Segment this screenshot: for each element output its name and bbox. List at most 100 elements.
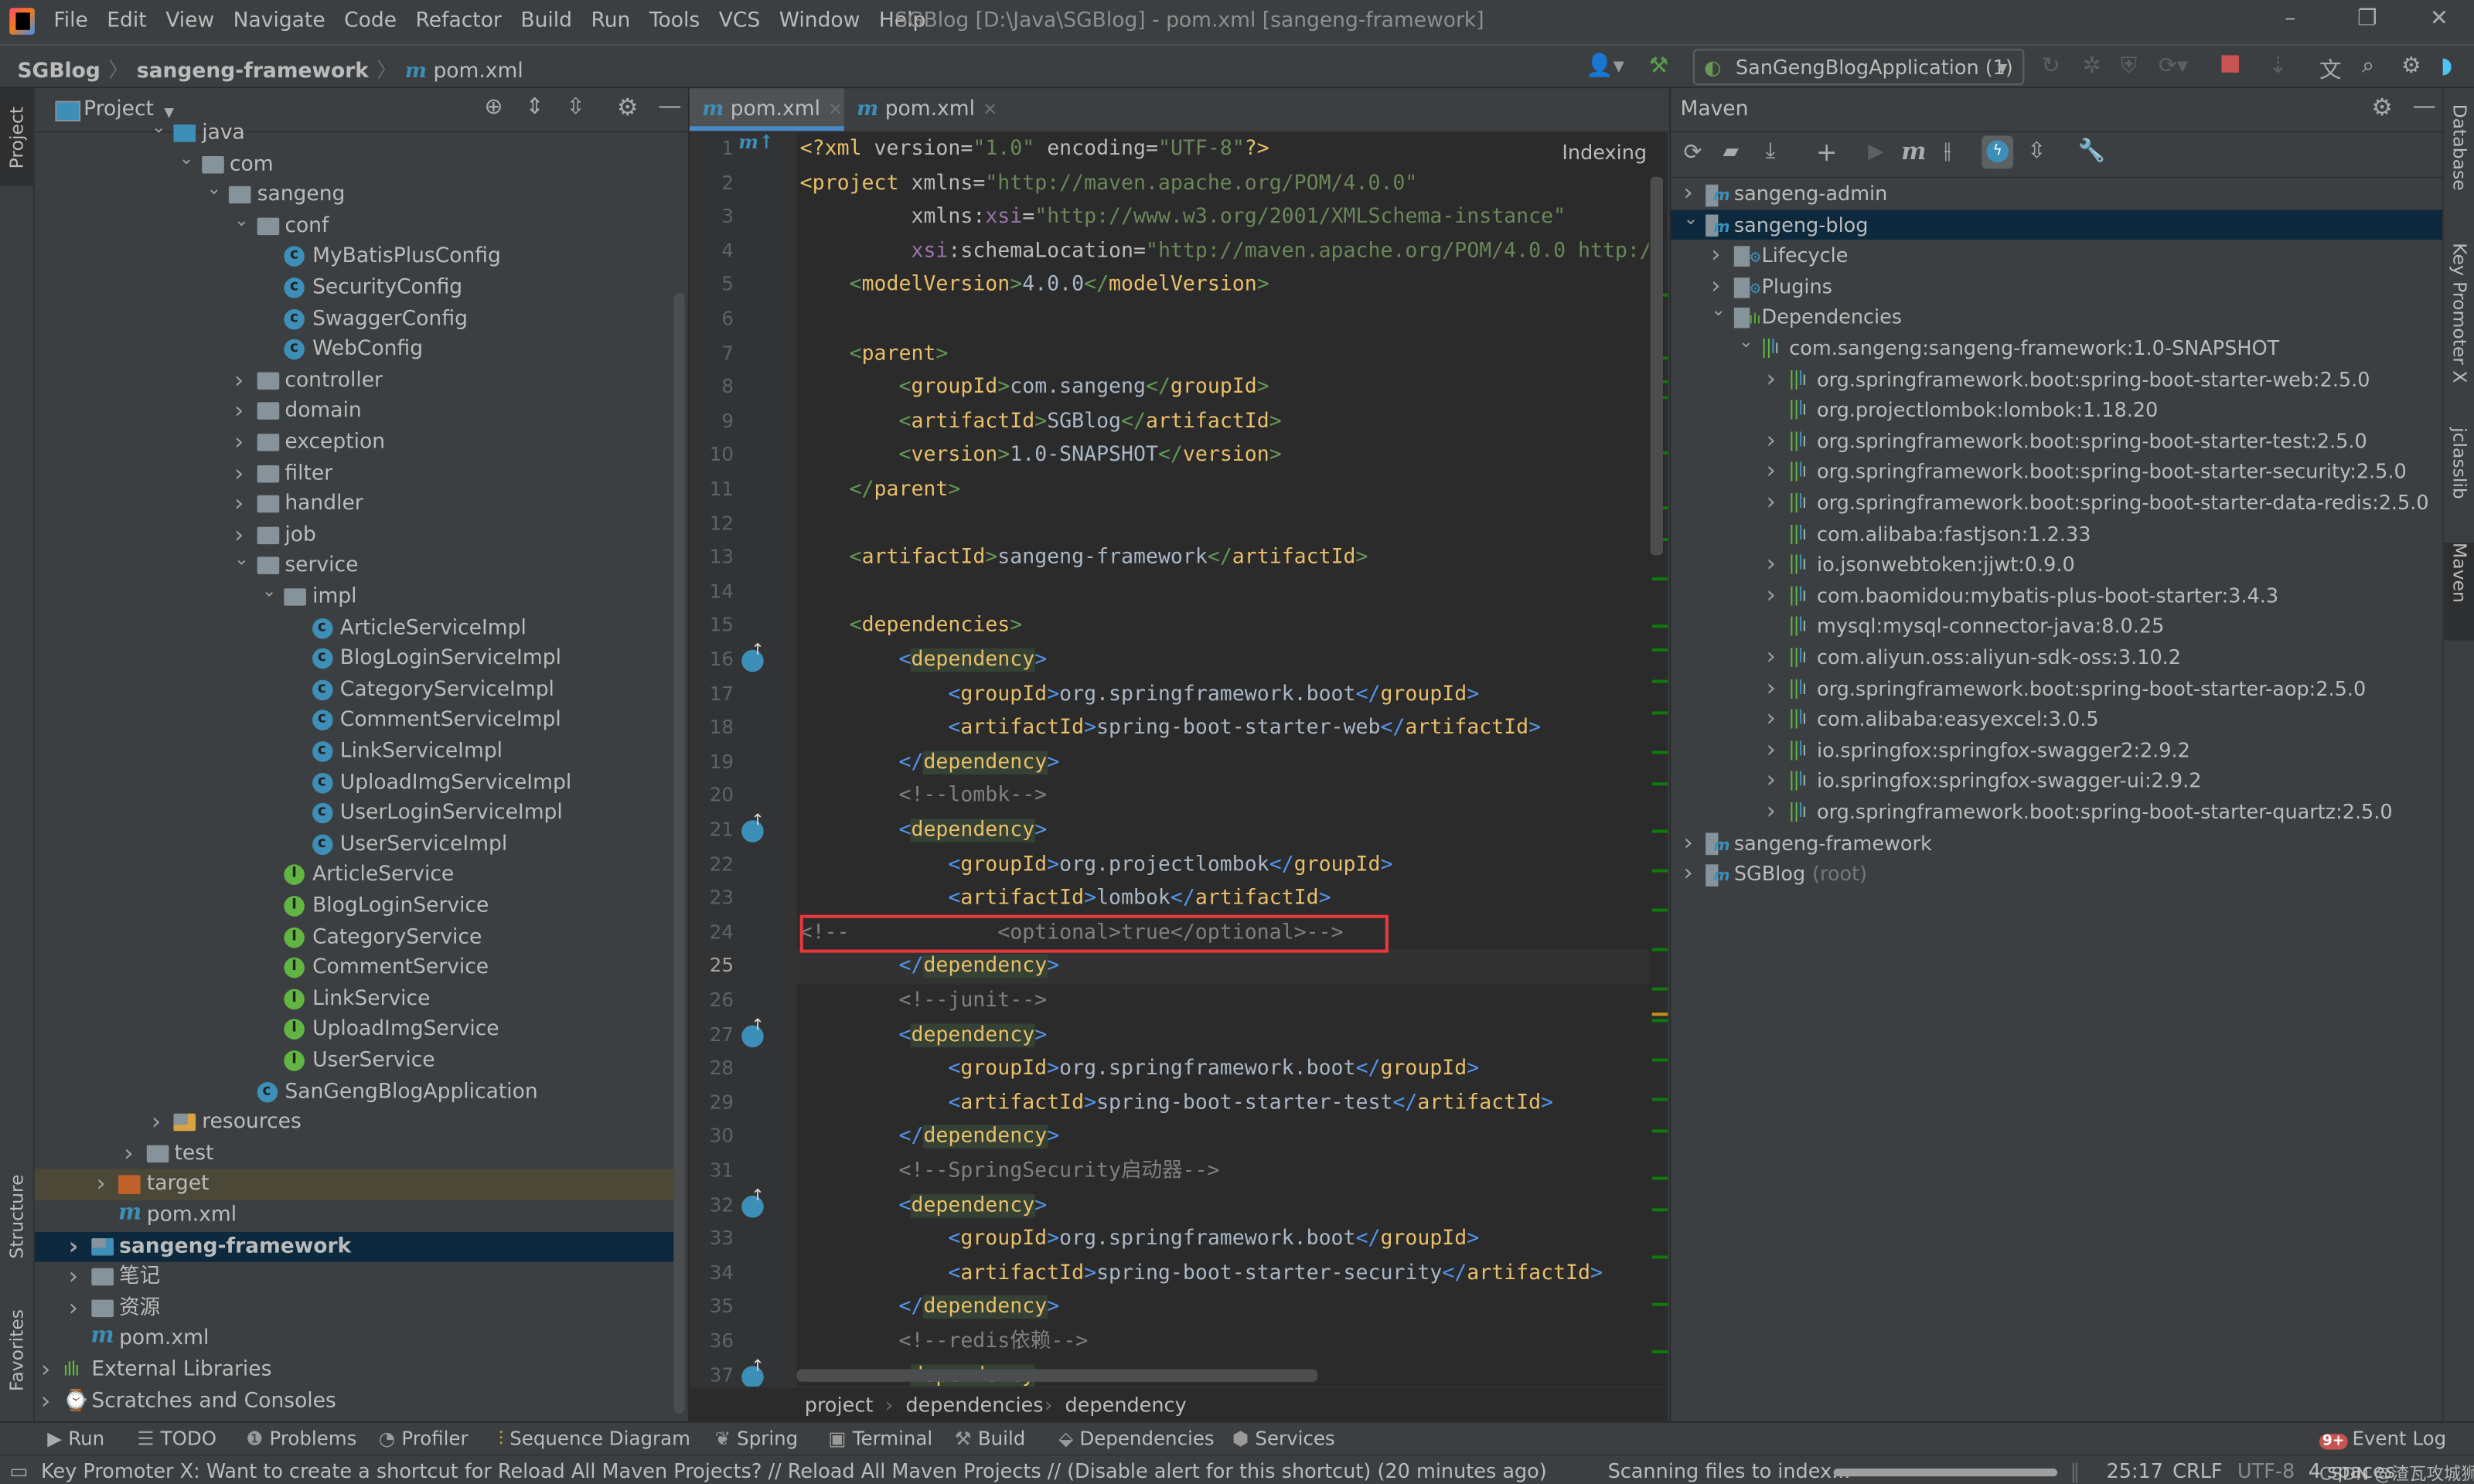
maven-tree-item[interactable]: › ||lı com.aliyun.oss:aliyun-sdk-oss:3.10.… [1671, 642, 2444, 673]
code-line[interactable]: <dependency> [800, 814, 1047, 848]
editor-scrollbar[interactable] [1648, 132, 1668, 1387]
tree-item[interactable]: › ⌚ Scratches and Consoles [35, 1386, 674, 1417]
tree-item[interactable]: › ıIlı External Libraries [35, 1355, 674, 1386]
tree-item[interactable]: c SanGengBlogApplication [35, 1077, 674, 1108]
maven-tree-item[interactable]: › ⚙ Plugins [1671, 271, 2444, 302]
tree-item[interactable]: c BlogLoginServiceImpl [35, 644, 674, 675]
execute-goal-icon[interactable]: m [1901, 138, 1926, 166]
status-toggle-icon[interactable]: ▭ [9, 1459, 28, 1483]
chevron-right-icon[interactable]: › [1767, 457, 1776, 488]
maven-tree-item[interactable]: › ||lı io.jsonwebtoken:jjwt:0.9.0 [1671, 550, 2444, 580]
tree-item[interactable]: c WebConfig [35, 335, 674, 366]
menu-edit[interactable]: Edit [107, 9, 146, 33]
chevron-right-icon[interactable]: › [1767, 550, 1776, 580]
maven-tree-item[interactable]: ⌄ ılı Dependencies [1671, 301, 2444, 333]
chevron-right-icon[interactable]: › [1684, 859, 1693, 890]
menu-code[interactable]: Code [344, 9, 397, 33]
code-line[interactable]: <artifactId>spring-boot-starter-security… [800, 1257, 1603, 1291]
editor-tab-pom[interactable]: m pom.xml ✕ [850, 88, 1008, 131]
code-line[interactable]: <project xmlns="http://maven.apache.org/… [800, 166, 1418, 200]
maven-tree-item[interactable]: › ||lı com.alibaba:easyexcel:3.0.5 [1671, 704, 2444, 735]
chevron-right-icon[interactable]: › [1767, 735, 1776, 766]
chevron-right-icon[interactable]: › [1767, 797, 1776, 828]
scroll-thumb[interactable] [1650, 176, 1664, 556]
tree-item[interactable]: c SecurityConfig [35, 273, 674, 304]
tree-item[interactable]: c ArticleServiceImpl [35, 613, 674, 644]
tree-item[interactable]: ⌄ service [35, 550, 674, 582]
menu-window[interactable]: Window [779, 9, 860, 33]
menu-file[interactable]: File [53, 9, 87, 33]
tool-window-profiler[interactable]: ◔ Profiler [379, 1428, 469, 1450]
code-line[interactable]: <artifactId>SGBlog</artifactId> [800, 405, 1281, 439]
implementation-marker-icon[interactable] [741, 812, 765, 842]
tree-item[interactable]: I LinkService [35, 984, 674, 1015]
profile-icon[interactable]: ⟳▾ [2159, 53, 2188, 79]
code-line[interactable]: <artifactId>spring-boot-starter-test</ar… [800, 1087, 1553, 1121]
close-tab-icon[interactable]: ✕ [828, 100, 843, 121]
menu-run[interactable]: Run [591, 9, 630, 33]
tree-item[interactable]: c MyBatisPlusConfig [35, 242, 674, 273]
tool-window-spring[interactable]: ❦ Spring [714, 1428, 798, 1450]
code-line[interactable]: </dependency> [800, 1121, 1059, 1155]
chevron-right-icon[interactable]: › [124, 1139, 139, 1169]
breadcrumb-module[interactable]: sangeng-framework [137, 60, 369, 84]
chevron-right-icon[interactable]: › [1711, 240, 1720, 271]
skip-tests-button[interactable]: ϟ [1982, 135, 2014, 169]
tree-item[interactable]: I BlogLoginService [35, 891, 674, 922]
maven-tree-item[interactable]: › ⚙ Lifecycle [1671, 240, 2444, 271]
menu-refactor[interactable]: Refactor [416, 9, 502, 33]
tree-item[interactable]: I CategoryService [35, 922, 674, 953]
line-separator[interactable]: CRLF [2172, 1459, 2222, 1483]
code-line[interactable]: <artifactId>spring-boot-starter-web</art… [800, 712, 1541, 746]
settings-gear-icon[interactable]: ⚙ [2401, 53, 2421, 79]
expand-all-icon[interactable]: ⇕ [526, 94, 544, 120]
code-line[interactable]: <artifactId>sangeng-framework</artifactI… [800, 541, 1368, 575]
implementation-marker-icon[interactable] [741, 642, 765, 672]
chevron-down-icon[interactable]: ⌄ [206, 174, 222, 205]
code-line[interactable]: <dependency> [800, 1019, 1047, 1053]
menu-navigate[interactable]: Navigate [233, 9, 325, 33]
maven-tree-item[interactable]: › ||lı org.springframework.boot:spring-boo… [1671, 426, 2444, 457]
maven-tree-item[interactable]: › m sangeng-admin [1671, 179, 2444, 209]
vcs-user-icon[interactable]: 👤▾ [1586, 53, 1624, 79]
chevron-right-icon[interactable]: › [1767, 766, 1776, 797]
maven-tree-item[interactable]: › ||lı io.springfox:springfox-swagger2:2.9… [1671, 735, 2444, 766]
implementation-marker-icon[interactable] [741, 1187, 765, 1217]
toggle-offline-icon[interactable]: ⫲ [1944, 139, 1951, 165]
collapse-all-icon[interactable]: ⇳ [567, 94, 585, 120]
tree-item[interactable]: › job [35, 520, 674, 551]
tool-window-terminal[interactable]: ▣ Terminal [828, 1428, 932, 1450]
run-configuration-select[interactable]: ◐ SanGengBlogApplication (1) ▾ [1692, 49, 2025, 86]
code-line[interactable]: <groupId>com.sangeng</groupId> [800, 371, 1269, 405]
tree-item[interactable]: › 资源 [35, 1293, 674, 1324]
plugin-logo-icon[interactable]: ◗ [2441, 53, 2452, 79]
maven-tree-item[interactable]: › ||lı org.springframework.boot:spring-boo… [1671, 673, 2444, 704]
tree-item[interactable]: › exception [35, 427, 674, 458]
chevron-down-icon[interactable]: ⌄ [1711, 295, 1726, 326]
chevron-right-icon[interactable]: › [69, 1293, 84, 1324]
caret-position[interactable]: 25:17 [2106, 1459, 2163, 1483]
chevron-right-icon[interactable]: › [234, 427, 250, 458]
maven-tree-item[interactable]: ||lı org.projectlombok:lombok:1.18.20 [1671, 395, 2444, 426]
tree-item[interactable]: › target [34, 1169, 674, 1201]
menu-tools[interactable]: Tools [649, 9, 700, 33]
tree-item[interactable]: › test [35, 1139, 674, 1169]
chevron-down-icon[interactable]: ⌄ [234, 545, 250, 576]
tool-tab-database[interactable]: Database [2444, 104, 2474, 230]
code-line[interactable]: <parent> [800, 337, 949, 371]
menu-view[interactable]: View [165, 9, 214, 33]
run-icon[interactable]: ▶ [1868, 141, 1883, 165]
chevron-right-icon[interactable]: › [1684, 828, 1693, 859]
chevron-down-icon[interactable]: ⌄ [1739, 326, 1753, 357]
maven-tree-item[interactable]: › ||lı org.springframework.boot:spring-boo… [1671, 797, 2444, 828]
code-line[interactable]: <groupId>org.springframework.boot</group… [800, 678, 1479, 712]
tree-item[interactable]: I CommentService [35, 953, 674, 984]
maven-tree-item[interactable]: › ||lı org.springframework.boot:spring-boo… [1671, 364, 2444, 395]
code-line[interactable]: <groupId>org.projectlombok</groupId> [800, 848, 1392, 882]
code-line[interactable]: xmlns:xsi="http://www.w3.org/2001/XMLSch… [800, 201, 1566, 235]
code-line[interactable]: <!--junit--> [800, 984, 1047, 1018]
coverage-icon[interactable]: ⛨ [2121, 53, 2137, 79]
tree-item[interactable]: c UploadImgServiceImpl [35, 768, 674, 798]
chevron-right-icon[interactable]: › [1767, 488, 1776, 519]
maven-tree-item[interactable]: ||lı mysql:mysql-connector-java:8.0.25 [1671, 611, 2444, 642]
